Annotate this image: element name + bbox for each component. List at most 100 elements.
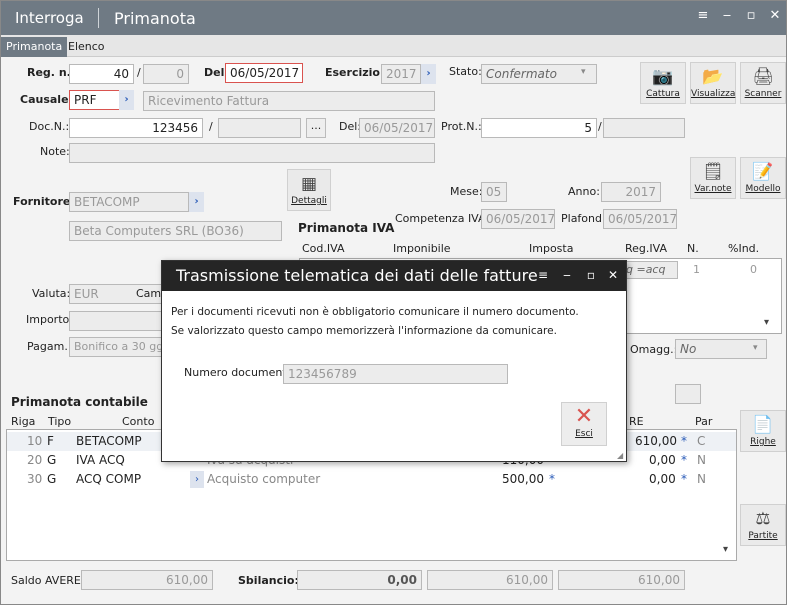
dettagli-button[interactable]: ▦ Dettagli <box>287 169 331 211</box>
fornitore-field[interactable]: BETACOMP <box>69 192 189 212</box>
anno-label: Anno: <box>568 185 600 198</box>
prot-slash: / <box>598 120 602 133</box>
iva-ind-cell: 0 <box>750 263 757 276</box>
sbilancio-label: Sbilancio: <box>238 574 299 587</box>
dialog-minimize-icon[interactable]: ‒ <box>559 267 575 283</box>
prot-suffix-field[interactable] <box>603 118 685 138</box>
var-note-button[interactable]: 🗒 Var.note <box>690 157 736 199</box>
dialog-title-bar: Trasmissione telematica dei dati delle f… <box>162 261 626 291</box>
prot-number-field[interactable]: 5 <box>481 118 597 138</box>
doc-browse-button[interactable]: ... <box>306 118 326 138</box>
table-row[interactable]: 30 G ACQ COMP › Acquisto computer 500,00… <box>7 470 736 489</box>
dialog-menu-icon[interactable]: ≡ <box>535 267 551 283</box>
causale-label: Causale: <box>20 93 73 106</box>
minimize-icon[interactable]: ‒ <box>718 7 736 25</box>
reg-label: Reg. n.: <box>27 66 76 79</box>
trasmissione-dialog: Trasmissione telematica dei dati delle f… <box>161 260 627 462</box>
iva-col-imponibile: Imponibile <box>393 242 451 255</box>
pagam-field[interactable]: Bonifico a 30 gg <box>69 337 169 357</box>
esercizio-label: Esercizio: <box>325 66 385 79</box>
anno-field[interactable]: 2017 <box>601 182 661 202</box>
causale-field[interactable]: PRF <box>69 90 121 110</box>
dialog-title: Trasmissione telematica dei dati delle f… <box>176 266 538 285</box>
note-label: Note: <box>40 145 70 158</box>
total-dare-field: 610,00 <box>427 570 553 590</box>
asterisk-icon: * <box>681 472 687 486</box>
omagg-chevron-icon: ▾ <box>753 343 758 353</box>
close-x-icon: ✕ <box>574 404 594 429</box>
visualizza-button[interactable]: 📂 Visualizza <box>690 62 736 104</box>
importo-label: Importo: <box>26 313 73 326</box>
scroll-down-icon[interactable]: ▾ <box>764 317 769 328</box>
conto-lookup-button[interactable]: › <box>190 471 204 488</box>
doc-del-label: Del: <box>339 120 361 133</box>
iva-col-ind: %Ind. <box>728 242 760 255</box>
modello-button[interactable]: 📝 Modello <box>740 157 786 199</box>
iva-regiva-cell[interactable]: q =acq <box>622 261 678 279</box>
cont-col-conto: Conto <box>122 415 155 428</box>
iva-col-n: N. <box>687 242 699 255</box>
esercizio-field[interactable]: 2017 <box>381 64 421 84</box>
tab-primanota[interactable]: Primanota <box>1 37 68 57</box>
esci-button[interactable]: ✕ Esci <box>561 402 607 446</box>
mese-field[interactable]: 05 <box>481 182 507 202</box>
folder-search-icon: 📂 <box>702 67 724 87</box>
plafond-label: Plafond: <box>561 212 606 225</box>
resize-grip-icon[interactable]: ◢ <box>617 451 623 460</box>
reg-sub-field[interactable]: 0 <box>143 64 189 84</box>
esercizio-lookup-button[interactable]: › <box>421 64 436 84</box>
cont-col-par: Par <box>695 415 713 428</box>
asterisk-icon: * <box>549 472 555 486</box>
iva-col-regiva: Reg.IVA <box>625 242 667 255</box>
asterisk-icon: * <box>681 434 687 448</box>
saldo-label: Saldo AVERE: <box>11 574 85 587</box>
mese-label: Mese: <box>450 185 483 198</box>
asterisk-icon: * <box>681 453 687 467</box>
doc-number-field[interactable]: 123456 <box>69 118 203 138</box>
fornitore-lookup-button[interactable]: › <box>189 192 204 212</box>
doc-del-field[interactable]: 06/05/2017 <box>359 118 435 138</box>
numero-documento-label: Numero documento: <box>184 366 298 379</box>
sbilancio-field: 0,00 <box>297 570 422 590</box>
maximize-icon[interactable]: ▫ <box>742 7 760 25</box>
pagam-label: Pagam.: <box>27 340 72 353</box>
partite-icon: ⚖ <box>755 509 771 529</box>
tab-elenco[interactable]: Elenco <box>63 37 110 57</box>
window-title: Primanota <box>114 9 196 28</box>
cont-col-re: RE <box>629 415 644 428</box>
causale-lookup-button[interactable]: › <box>119 90 134 110</box>
importo-field[interactable] <box>69 311 169 331</box>
dialog-line1: Per i documenti ricevuti non è obbligato… <box>171 306 579 318</box>
scanner-button[interactable]: 🖨 Scanner <box>740 62 786 104</box>
dialog-maximize-icon[interactable]: ▫ <box>583 267 599 283</box>
extra-field <box>675 384 701 404</box>
doc-slash: / <box>209 120 213 133</box>
plafond-field[interactable]: 06/05/2017 <box>603 209 677 229</box>
iva-n-cell: 1 <box>693 263 700 276</box>
doc-suffix-field[interactable] <box>218 118 301 138</box>
competenza-field[interactable]: 06/05/2017 <box>481 209 555 229</box>
cont-col-riga: Riga <box>11 415 36 428</box>
note-field[interactable] <box>69 143 435 163</box>
del-date-field[interactable]: 06/05/2017 <box>225 63 303 83</box>
partite-button[interactable]: ⚖ Partite <box>740 504 786 546</box>
scroll-down-icon[interactable]: ▾ <box>723 544 728 555</box>
menu-icon[interactable]: ≡ <box>694 7 712 25</box>
reg-slash: / <box>137 66 141 79</box>
document-icon: 📄 <box>752 415 774 435</box>
doc-label: Doc.N.: <box>29 120 70 133</box>
edit-document-icon: 📝 <box>752 162 774 182</box>
causale-desc-field: Ricevimento Fattura <box>143 91 435 111</box>
cont-col-tipo: Tipo <box>48 415 72 428</box>
dialog-close-icon[interactable]: ✕ <box>605 267 621 283</box>
fornitore-desc-field: Beta Computers SRL (BO36) <box>69 221 282 241</box>
cattura-button[interactable]: 📷 Cattura <box>640 62 686 104</box>
total-avere-field: 610,00 <box>558 570 685 590</box>
title-separator <box>98 8 99 28</box>
title-bar: Interroga Primanota ≡ ‒ ▫ ✕ <box>1 1 786 35</box>
stato-select[interactable]: Confermato <box>481 64 597 84</box>
close-icon[interactable]: ✕ <box>766 7 784 25</box>
righe-button[interactable]: 📄 Righe <box>740 410 786 452</box>
reg-number-field[interactable]: 40 <box>69 64 134 84</box>
numero-documento-field[interactable]: 123456789 <box>283 364 508 384</box>
